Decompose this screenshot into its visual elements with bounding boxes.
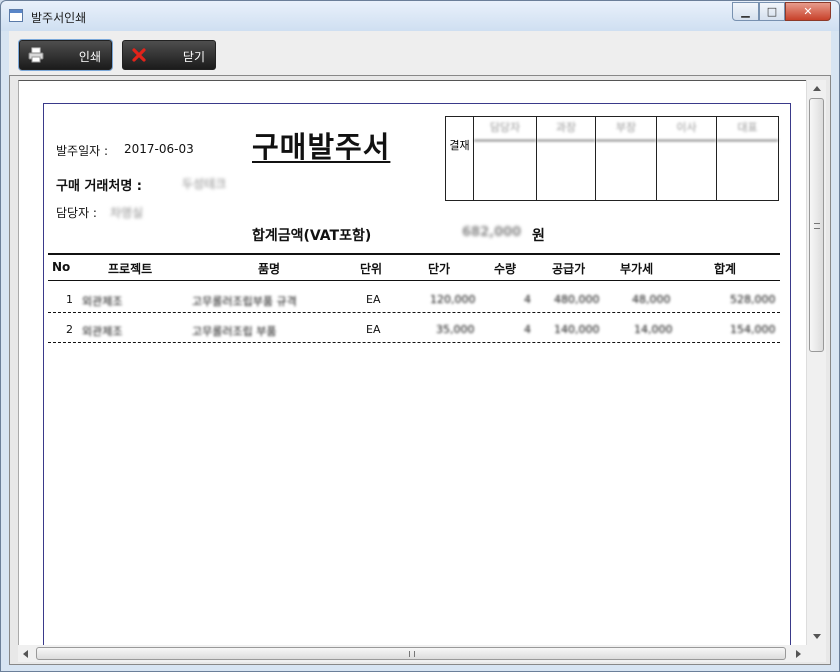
cell-vat: 14,000 [634,323,673,336]
column-header-total: 합계 [714,262,737,276]
approval-role: 담당자 [474,117,536,141]
column-header-price: 단가 [428,262,451,276]
close-icon: ✕ [803,5,813,18]
cell-project: 외관제조 [82,325,123,338]
approval-role: 이사 [657,117,716,141]
scroll-up-icon[interactable] [813,86,821,91]
total-unit: 원 [532,228,545,244]
row-divider [48,312,780,313]
horizontal-scrollbar[interactable] [18,645,806,662]
scroll-left-icon[interactable] [23,650,28,658]
cell-vat: 48,000 [632,293,671,306]
total-value: 682,000 [462,225,522,240]
x-icon [132,48,146,62]
approval-role: 부장 [596,117,656,141]
document-title: 구매발주서 [252,130,391,164]
approval-cell: 담당자 [474,117,537,200]
report-canvas: 발주일자 : 2017-06-03 구매발주서 구매 거래처명 : 두성테크 담… [18,80,806,645]
toolbar: 인쇄 닫기 [9,31,831,75]
vendor-value: 두성테크 [182,177,227,191]
print-window: 발주서인쇄 ▁ □ ✕ 인쇄 닫기 발주일자 : 2017-06-03 구매발주 [0,0,840,672]
approval-cell: 대표 [717,117,778,200]
cell-price: 120,000 [430,293,476,306]
table-top-rule [48,253,780,255]
column-header-unit: 단위 [360,262,383,276]
column-header-vat: 부가세 [620,262,654,276]
maximize-icon: □ [766,5,778,18]
cell-supply: 140,000 [554,323,600,336]
grip-icon [814,223,820,229]
cell-project: 외관제조 [82,295,123,308]
header-bottom-rule [48,280,780,281]
row-divider [48,342,780,343]
title-bar[interactable]: 발주서인쇄 ▁ □ ✕ [1,1,839,31]
approval-role: 과장 [537,117,595,141]
column-header-project: 프로젝트 [108,262,153,276]
window-title: 발주서인쇄 [31,11,87,25]
cell-supply: 480,000 [554,293,600,306]
column-header-item: 품명 [258,262,281,276]
report-page: 발주일자 : 2017-06-03 구매발주서 구매 거래처명 : 두성테크 담… [43,103,791,645]
order-date-label: 발주일자 : [56,144,109,158]
approval-box: 결재 담당자 과장 부장 이사 대표 [445,116,779,201]
approval-cell: 이사 [657,117,717,200]
cell-unit: EA [366,293,381,306]
report-viewer[interactable]: 발주일자 : 2017-06-03 구매발주서 구매 거래처명 : 두성테크 담… [9,75,831,665]
print-button[interactable]: 인쇄 [19,40,112,70]
cell-item: 고무롤러조립 부품 [192,325,277,338]
printer-icon [28,47,44,63]
scroll-down-icon[interactable] [813,634,821,639]
cell-qty: 4 [524,323,531,336]
cell-price: 35,000 [436,323,475,336]
vendor-label: 구매 거래처명 : [56,179,143,194]
cell-total: 154,000 [730,323,776,336]
minimize-button[interactable]: ▁ [732,2,759,21]
approval-cell: 과장 [537,117,596,200]
column-header-qty: 수량 [494,262,517,276]
window-icon [9,9,23,22]
minimize-icon: ▁ [741,5,750,18]
column-header-supply: 공급가 [552,262,586,276]
cell-no: 2 [66,323,73,336]
close-button[interactable]: 닫기 [122,40,216,70]
maximize-button[interactable]: □ [759,2,785,21]
scroll-corner [806,645,826,662]
manager-label: 담당자 : [56,206,97,220]
cell-qty: 4 [524,293,531,306]
grip-icon [409,651,415,657]
manager-value: 차영실 [110,206,144,220]
close-label: 닫기 [182,50,205,64]
column-header-no: No [52,260,71,274]
print-label: 인쇄 [78,50,101,64]
cell-unit: EA [366,323,381,336]
order-date-value: 2017-06-03 [124,142,194,156]
cell-total: 528,000 [730,293,776,306]
cell-item: 고무롤러조립부품 규격 [192,295,297,308]
total-label: 합계금액(VAT포함) [252,228,372,244]
approval-cell: 부장 [596,117,657,200]
horizontal-scroll-thumb[interactable] [36,647,786,660]
approval-role: 대표 [717,117,778,141]
approval-label: 결재 [446,117,474,200]
vertical-scrollbar[interactable] [806,80,826,645]
close-window-button[interactable]: ✕ [785,2,831,21]
cell-no: 1 [66,293,73,306]
scroll-right-icon[interactable] [796,650,801,658]
vertical-scroll-thumb[interactable] [809,98,824,352]
